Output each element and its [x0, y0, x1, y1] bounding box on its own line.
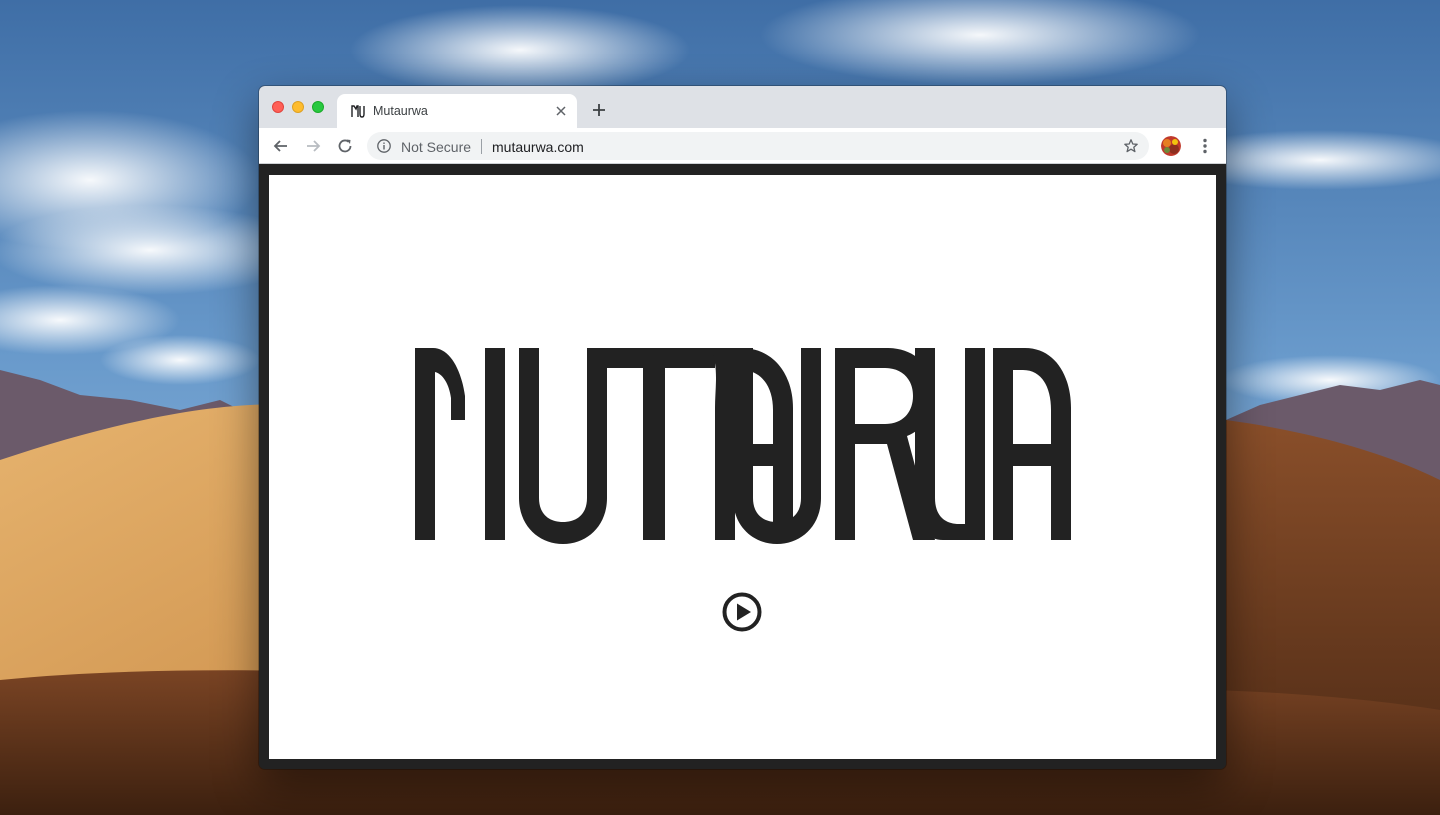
tab-title: Mutaurwa — [373, 104, 428, 118]
page-content: MUTAURWA — [269, 175, 1216, 759]
arrow-left-icon[interactable] — [271, 136, 291, 156]
info-icon[interactable] — [376, 138, 392, 154]
plus-icon[interactable] — [589, 100, 609, 120]
close-icon[interactable] — [553, 103, 569, 119]
reload-icon[interactable] — [335, 136, 355, 156]
mu-logo-icon — [351, 105, 365, 118]
page-viewport: MUTAURWA — [259, 164, 1226, 769]
window-close-button[interactable] — [272, 101, 284, 113]
vertical-dots-icon[interactable] — [1195, 136, 1215, 156]
omnibox-divider — [481, 139, 482, 154]
logo-text: MUTAURWA — [269, 175, 270, 176]
omnibox[interactable]: Not Secure mutaurwa.com — [367, 132, 1149, 160]
tab-strip: Mutaurwa — [259, 86, 1226, 128]
url-text[interactable]: mutaurwa.com — [492, 139, 584, 155]
security-label[interactable]: Not Secure — [401, 139, 471, 155]
arrow-right-icon[interactable] — [303, 136, 323, 156]
browser-toolbar: Not Secure mutaurwa.com — [259, 128, 1226, 164]
tab-mutaurwa[interactable]: Mutaurwa — [337, 94, 577, 128]
desktop: Mutaurwa Not Secure mutaurwa.com — [0, 0, 1440, 815]
mutaurwa-logo — [415, 348, 1071, 544]
window-minimize-button[interactable] — [292, 101, 304, 113]
play-circle-icon[interactable] — [721, 591, 763, 633]
star-icon[interactable] — [1123, 138, 1139, 154]
window-zoom-button[interactable] — [312, 101, 324, 113]
avatar-image — [1161, 136, 1181, 156]
profile-avatar[interactable] — [1161, 136, 1181, 156]
browser-window: Mutaurwa Not Secure mutaurwa.com — [259, 86, 1226, 769]
